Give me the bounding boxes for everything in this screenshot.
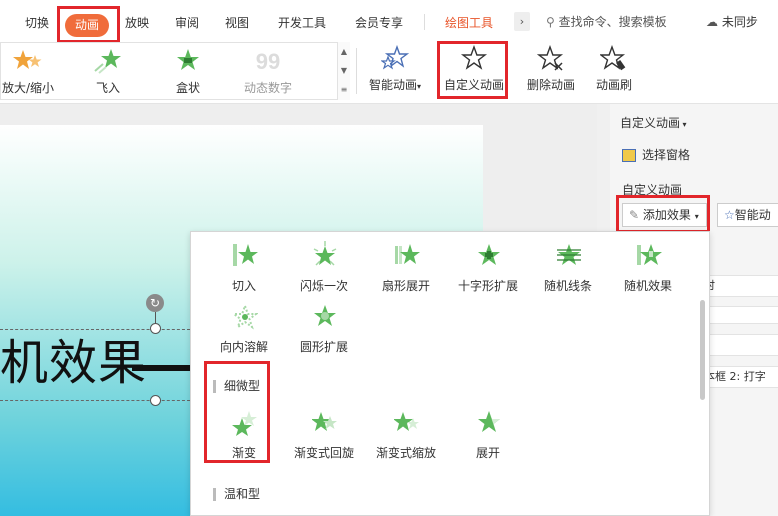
gallery-item-zoom[interactable]: 放大/缩小 bbox=[0, 43, 63, 101]
textbox-border-bottom bbox=[0, 400, 190, 401]
panel-title: 自定义动画 bbox=[620, 116, 681, 130]
tab-review[interactable]: 审阅 bbox=[175, 14, 199, 31]
panel-row-timing: 时 bbox=[700, 275, 778, 297]
gallery-scroll-down-icon[interactable]: ▼ bbox=[338, 61, 350, 80]
zoom-star-icon bbox=[13, 50, 42, 69]
dropdown-scrollbar[interactable] bbox=[700, 300, 705, 400]
tab-scroll-right-button[interactable]: › bbox=[514, 12, 530, 31]
gallery-expand-icon[interactable]: ≡ bbox=[338, 80, 350, 99]
slide-title-text[interactable]: 机效果 bbox=[0, 333, 147, 393]
effect-wedge[interactable]: 扇形展开 bbox=[365, 237, 447, 297]
tab-animation[interactable]: 动画 bbox=[65, 14, 109, 37]
number-99-icon: 99 bbox=[256, 49, 280, 74]
gallery-scroll-up-icon[interactable]: ▲ bbox=[338, 42, 350, 61]
custom-animation-button[interactable]: 自定义动画 bbox=[440, 42, 508, 100]
fly-in-star-icon bbox=[94, 49, 121, 74]
tab-transition[interactable]: 切换 bbox=[25, 14, 49, 31]
custom-animation-heading: 自定义动画 bbox=[622, 183, 683, 197]
tab-drawing-tools[interactable]: 绘图工具 bbox=[445, 14, 493, 31]
smart-animation-icon bbox=[381, 45, 409, 70]
effect-label: 展开 bbox=[475, 446, 500, 460]
custom-animation-star-icon bbox=[460, 45, 488, 70]
effect-faded-swivel[interactable]: 渐变式回旋 bbox=[283, 404, 365, 464]
selection-pane-label: 选择窗格 bbox=[642, 148, 691, 162]
gallery-label-fly-in: 飞入 bbox=[95, 81, 120, 95]
rotate-handle-icon[interactable]: ↻ bbox=[146, 294, 164, 312]
sync-label: 未同步 bbox=[721, 15, 758, 29]
smart-animation-button[interactable]: 智能动画▾ bbox=[362, 42, 428, 100]
panel-title-dropdown[interactable]: 自定义动画 ▾ bbox=[620, 114, 687, 131]
custom-animation-label: 自定义动画 bbox=[443, 78, 504, 92]
animation-gallery: 放大/缩小 飞入 盒状 99 动态数字 bbox=[0, 42, 350, 100]
effect-expand[interactable]: 展开 bbox=[447, 404, 529, 464]
selection-pane-icon bbox=[622, 149, 636, 162]
expand-icon bbox=[478, 411, 500, 432]
gallery-scroll[interactable]: ▲ ▼ ≡ bbox=[337, 42, 350, 100]
effect-label: 随机效果 bbox=[623, 279, 672, 293]
animation-list-item[interactable]: 本框 2: 打字 bbox=[700, 366, 778, 388]
tab-member[interactable]: 会员专享 bbox=[355, 14, 403, 31]
sync-status-button[interactable]: ☁ 未同步 bbox=[706, 13, 758, 30]
section-heading-moderate: 温和型 bbox=[213, 488, 260, 501]
smart-star-icon: ☆ bbox=[724, 208, 735, 222]
effect-random[interactable]: 随机效果 bbox=[607, 237, 689, 297]
delete-animation-label: 删除动画 bbox=[526, 78, 575, 92]
section-heading-subtle: 细微型 bbox=[213, 380, 260, 393]
ribbon-divider bbox=[356, 48, 357, 94]
animation-painter-button[interactable]: 动画刷 bbox=[586, 42, 642, 100]
gallery-item-box[interactable]: 盒状 bbox=[153, 43, 223, 101]
fade-icon bbox=[232, 411, 257, 436]
effect-flash-once[interactable]: 闪烁一次 bbox=[283, 237, 365, 297]
resize-handle-top[interactable] bbox=[150, 323, 161, 334]
tab-developer[interactable]: 开发工具 bbox=[278, 14, 326, 31]
cloud-icon: ☁ bbox=[706, 15, 718, 29]
dissolve-in-icon bbox=[232, 303, 258, 330]
tab-divider bbox=[424, 14, 425, 30]
ribbon-tab-bar: 切换 动画 放映 审阅 视图 开发工具 会员专享 绘图工具 › ⚲ 查找命令、搜… bbox=[0, 0, 778, 42]
gallery-label-box: 盒状 bbox=[175, 81, 200, 95]
gallery-label-zoom: 放大/缩小 bbox=[1, 81, 55, 95]
textbox-border-top bbox=[0, 329, 190, 330]
gallery-item-dynamic-number[interactable]: 99 动态数字 bbox=[233, 43, 303, 101]
wedge-icon bbox=[395, 244, 420, 264]
selection-pane-button[interactable]: 选择窗格 bbox=[622, 146, 690, 163]
smart-animation-label: 智能动画▾ bbox=[368, 78, 422, 92]
faded-swivel-icon bbox=[312, 412, 337, 431]
gallery-label-dynamic-number: 动态数字 bbox=[243, 81, 292, 95]
cut-in-icon bbox=[233, 244, 258, 266]
delete-animation-icon bbox=[537, 45, 564, 71]
box-star-icon bbox=[177, 49, 199, 70]
add-effect-button[interactable]: ✎ 添加效果 ▾ bbox=[622, 203, 707, 227]
chevron-down-icon: ▾ bbox=[694, 212, 699, 221]
delete-animation-button[interactable]: 删除动画 bbox=[520, 42, 582, 100]
smart-animation-panel-button[interactable]: ☆智能动 bbox=[717, 203, 778, 227]
add-effect-label: 添加效果 bbox=[642, 208, 691, 222]
animation-brush-icon bbox=[600, 45, 626, 71]
resize-handle-bottom[interactable] bbox=[150, 395, 161, 406]
slide-title-dash bbox=[132, 365, 192, 371]
plus-expand-icon bbox=[478, 244, 500, 265]
random-effects-icon bbox=[637, 244, 662, 265]
gallery-item-fly-in[interactable]: 飞入 bbox=[73, 43, 143, 101]
search-box[interactable]: ⚲ 查找命令、搜索模板 bbox=[546, 13, 667, 30]
svg-text:99: 99 bbox=[256, 49, 280, 74]
effect-label: 圆形扩展 bbox=[299, 340, 348, 354]
tab-view[interactable]: 视图 bbox=[225, 14, 249, 31]
search-icon: ⚲ bbox=[546, 15, 555, 29]
effect-circle[interactable]: 圆形扩展 bbox=[283, 298, 365, 358]
faded-zoom-icon bbox=[394, 412, 419, 431]
random-bars-icon bbox=[557, 244, 581, 265]
animation-painter-label: 动画刷 bbox=[595, 78, 632, 92]
circle-expand-icon bbox=[314, 305, 336, 326]
panel-row-blank-2 bbox=[700, 334, 778, 356]
effect-faded-zoom[interactable]: 渐变式缩放 bbox=[365, 404, 447, 464]
panel-row-blank bbox=[700, 306, 778, 324]
smart-panel-label: 智能动 bbox=[734, 208, 771, 222]
add-effect-dropdown: 切入 闪烁一次 扇形展开 十字形扩展 随机线条 随机效果 向内溶解 圆形扩展 细… bbox=[190, 231, 710, 516]
flash-once-icon bbox=[313, 241, 337, 266]
pencil-icon: ✎ bbox=[629, 208, 640, 222]
tab-slideshow[interactable]: 放映 bbox=[125, 14, 149, 31]
search-text: 查找命令、搜索模板 bbox=[558, 15, 667, 29]
